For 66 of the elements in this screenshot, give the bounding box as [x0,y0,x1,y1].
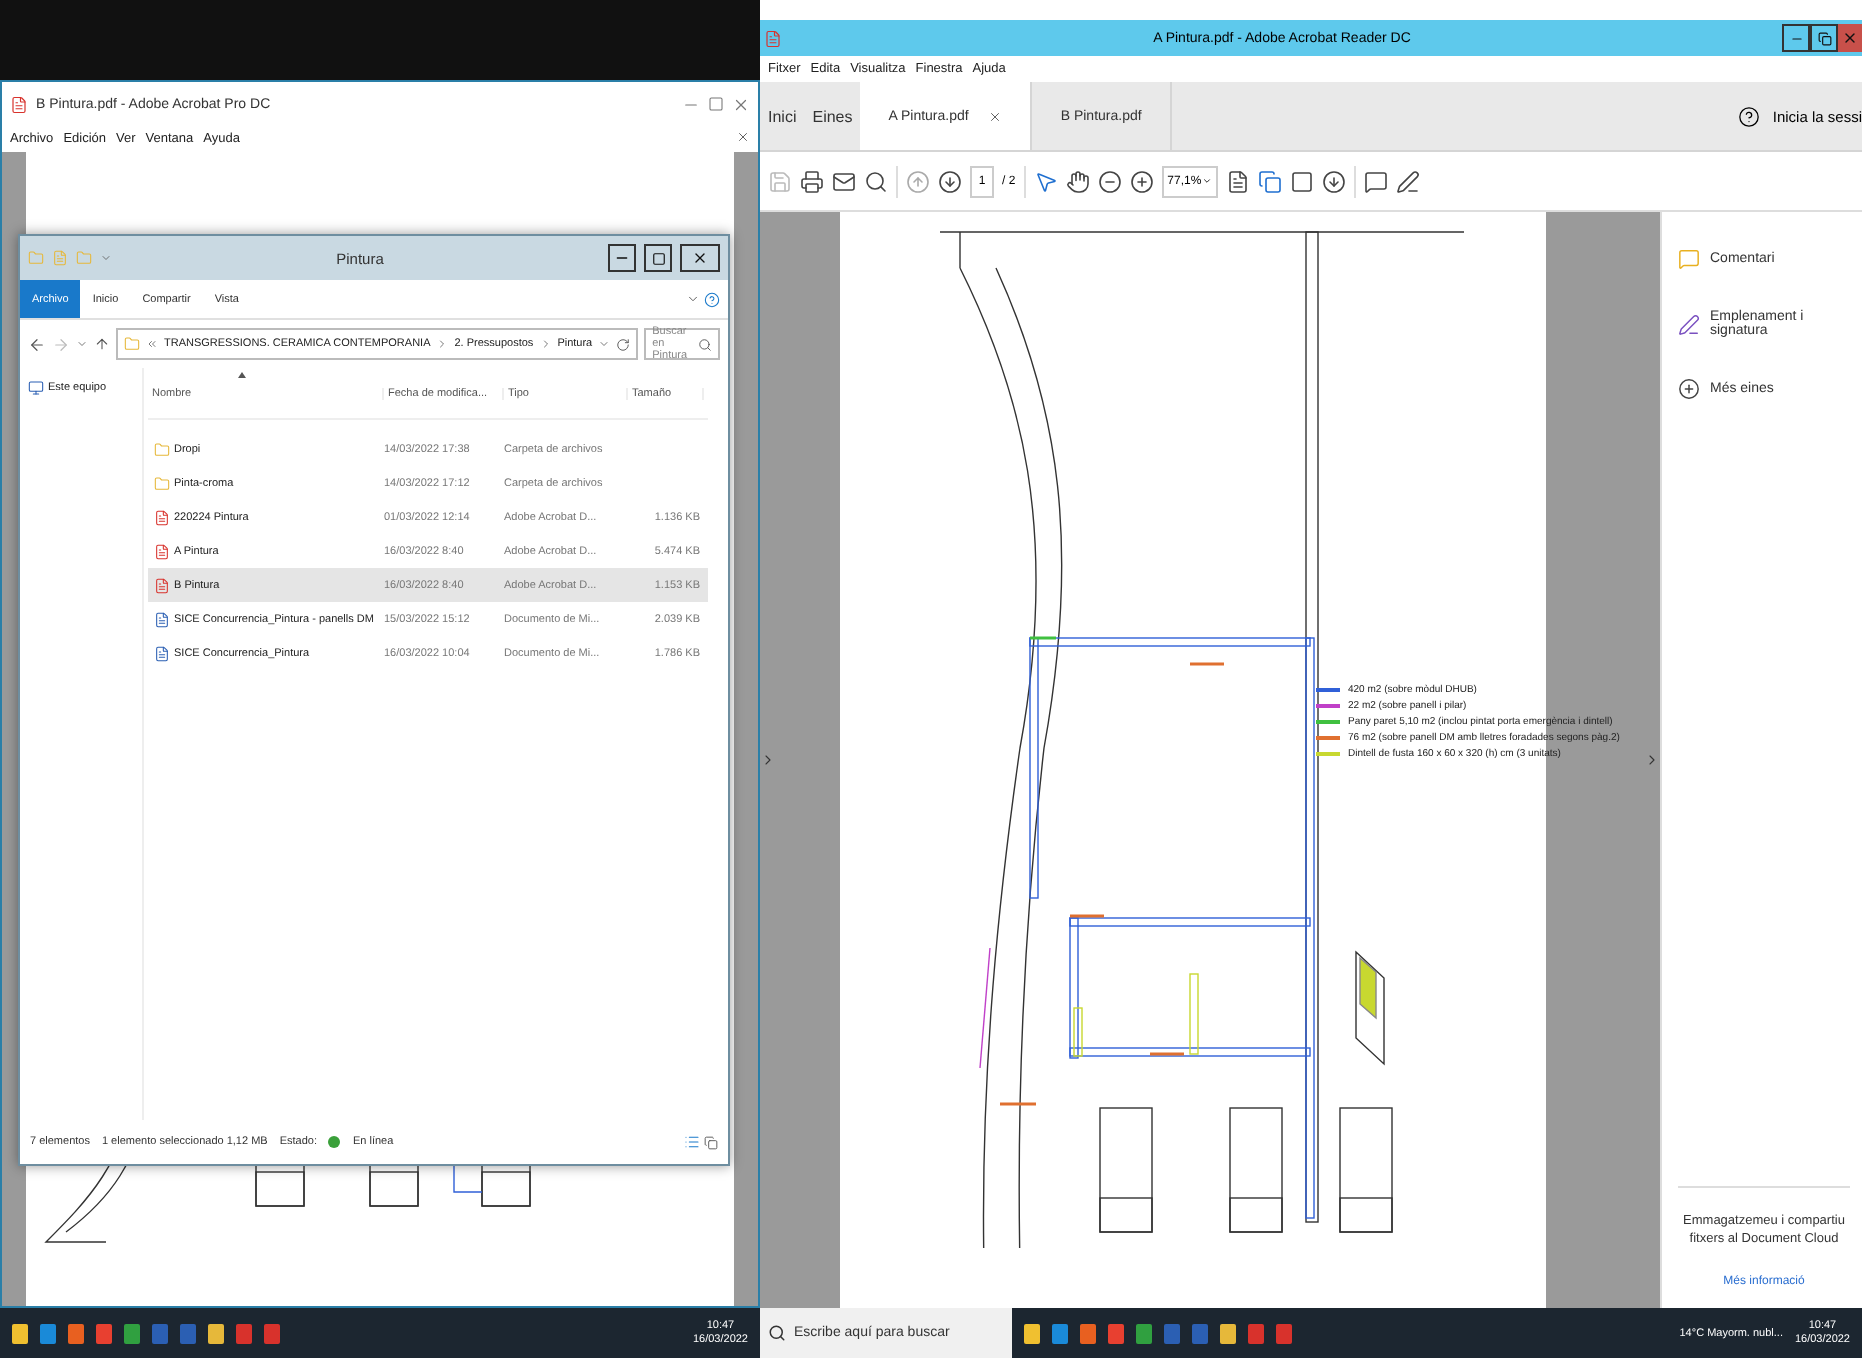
close-button[interactable] [680,244,720,272]
back-icon[interactable] [28,335,46,353]
close-button[interactable] [1838,24,1862,52]
close-icon[interactable] [732,95,750,113]
pdf-file-icon [154,509,170,525]
document-icon [154,611,170,627]
caret-icon [100,252,112,264]
pointer-icon[interactable] [1033,169,1058,193]
computer-icon [28,380,44,396]
arrow-down-circle-icon[interactable] [938,169,962,193]
zoom-in-icon[interactable] [1129,169,1154,193]
hand-icon[interactable] [1065,169,1090,193]
close-icon[interactable] [988,109,1003,123]
search-icon [768,1324,786,1342]
zoom-out-icon[interactable] [1097,169,1122,193]
pen-icon[interactable] [1395,169,1420,193]
comment-icon[interactable] [1363,169,1388,193]
close-icon [1842,30,1858,46]
printer-icon[interactable] [800,169,824,193]
pdf-file-icon [154,577,170,593]
folder-icon [154,475,170,491]
mail-icon[interactable] [832,169,856,193]
minimize-button[interactable] [1782,24,1810,52]
document-icon [154,645,170,661]
nav-link[interactable]: Eines [804,82,861,150]
chevron-icon [539,338,552,350]
folder-icon [76,250,92,266]
scroll-mode-icon[interactable] [1257,169,1282,193]
maximize-button[interactable] [644,244,672,272]
chevrons-icon [146,338,158,350]
sort-arrow-icon [238,372,246,378]
full-screen-icon[interactable] [1289,169,1314,193]
folder-icon [124,336,140,352]
pen-icon [1678,313,1700,335]
chevron-icon [436,338,449,350]
nav-link[interactable]: Inici [760,82,805,150]
close-icon[interactable] [736,130,750,144]
details-view-icon[interactable] [684,1134,700,1150]
document-icon [52,250,68,266]
help-icon [1738,105,1761,127]
status-icon [328,1136,341,1148]
pdf-file-icon [154,543,170,559]
panel-toggle-icon[interactable] [760,752,776,768]
tiles-view-icon[interactable] [704,1134,718,1150]
fit-page-icon[interactable] [1225,169,1250,193]
minimize-button[interactable] [608,244,636,272]
caret-icon [598,337,611,351]
read-mode-icon[interactable] [1321,169,1346,193]
maximize-icon [651,251,665,265]
plus-circle-icon [1678,378,1700,400]
folder-icon [154,441,170,457]
panel-toggle-icon[interactable] [1644,752,1660,768]
pdf-file-icon [764,29,782,47]
search-icon [698,337,712,351]
caret-icon [1201,176,1212,186]
refresh-icon[interactable] [616,337,631,351]
restore-icon [1817,31,1831,45]
up-icon[interactable] [94,336,110,352]
pdf-file-icon [10,95,28,113]
close-icon [692,250,708,266]
restore-button[interactable] [1810,24,1838,52]
folder-icon [28,250,44,266]
search-icon[interactable] [864,169,888,193]
help-icon[interactable] [704,291,720,307]
caret-icon[interactable] [686,292,700,306]
speech-bubble-icon [1678,248,1700,270]
